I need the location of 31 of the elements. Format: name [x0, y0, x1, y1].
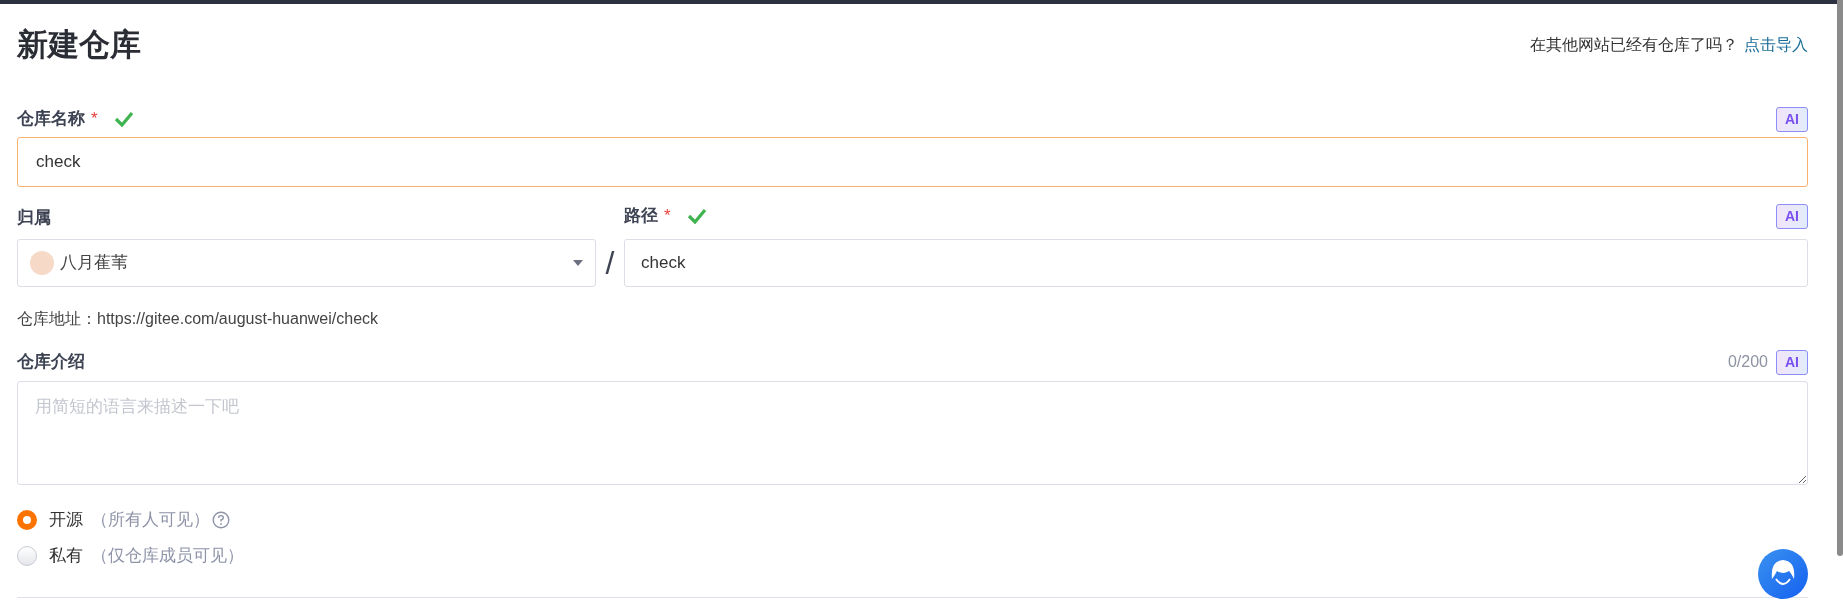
field-label: 仓库名称 — [17, 108, 85, 131]
visibility-radio[interactable] — [17, 510, 37, 530]
required-mark: * — [91, 108, 98, 131]
radio-hint: （仅仓库成员可见） — [91, 545, 244, 568]
ai-button[interactable]: AI — [1776, 203, 1808, 229]
help-icon[interactable] — [212, 511, 230, 529]
visibility-radio[interactable] — [17, 546, 37, 566]
description-field[interactable]: 用简短的语言来描述一下吧 — [17, 381, 1808, 485]
field-label: 路径 — [624, 205, 658, 228]
path-separator: / — [605, 244, 615, 283]
radio-hint: （所有人可见） — [91, 509, 210, 532]
owner-select[interactable]: 八月萑苇 — [17, 239, 596, 287]
path-field[interactable]: check — [624, 239, 1808, 287]
repo-address: 仓库地址：https://gitee.com/august-huanwei/check — [17, 309, 380, 329]
import-prompt: 在其他网站已经有仓库了吗？ — [1530, 35, 1738, 55]
support-button[interactable] — [1758, 549, 1808, 599]
caret-icon — [573, 260, 583, 266]
field-label: 仓库介绍 — [17, 351, 85, 374]
ai-button[interactable]: AI — [1776, 106, 1808, 132]
scrollbar[interactable] — [1837, 0, 1843, 556]
field-label: 归属 — [17, 207, 51, 230]
required-mark: * — [664, 205, 671, 228]
radio-label: 私有 — [49, 545, 83, 568]
character-counter: 0/200 — [1727, 352, 1768, 372]
owner-name: 八月萑苇 — [60, 252, 128, 275]
ai-button[interactable]: AI — [1776, 349, 1808, 375]
radio-label: 开源 — [49, 509, 83, 532]
repo-name-field[interactable]: check — [17, 137, 1808, 187]
page-title: 新建仓库 — [17, 25, 141, 64]
avatar-icon — [30, 251, 54, 275]
import-link[interactable]: 点击导入 — [1744, 33, 1808, 57]
